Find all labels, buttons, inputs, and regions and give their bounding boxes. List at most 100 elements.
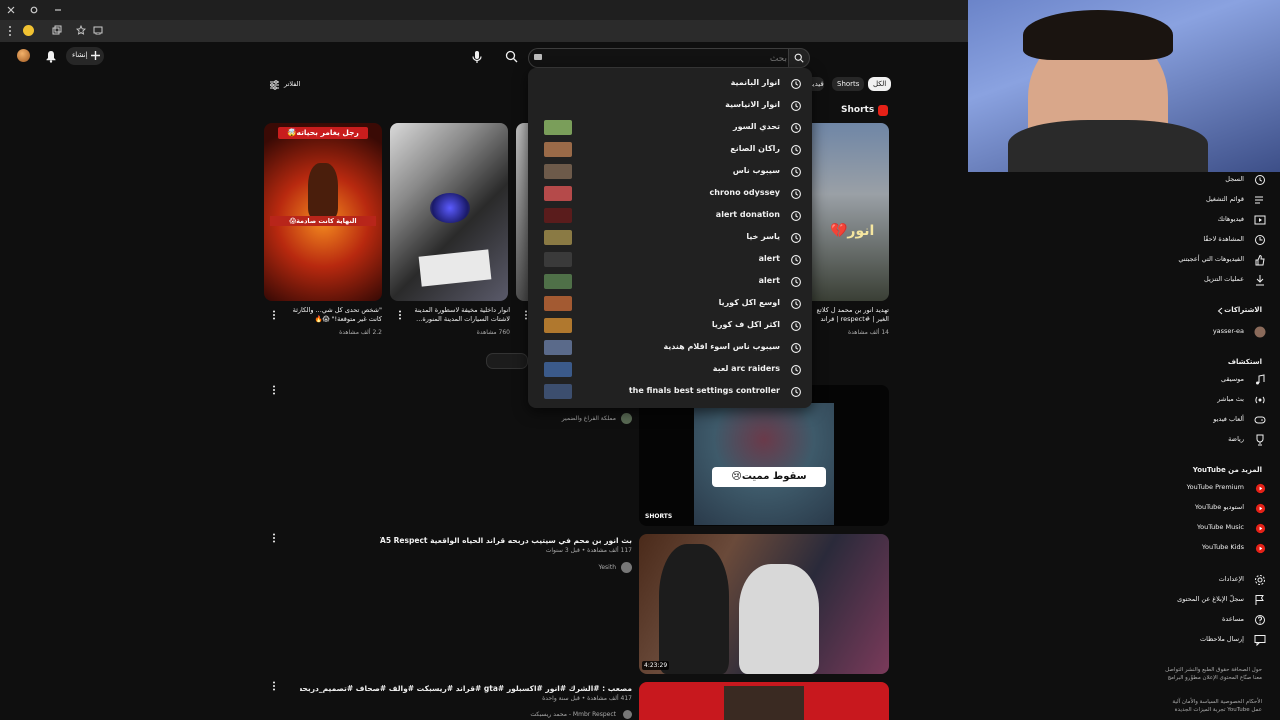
sidebar-item-label: قوائم التشغيل: [1205, 195, 1244, 203]
search-suggestion[interactable]: alert: [528, 271, 812, 293]
search-box[interactable]: [528, 48, 797, 68]
sidebar-item[interactable]: إرسال ملاحظات: [1160, 632, 1266, 650]
star-icon[interactable]: [76, 25, 86, 35]
search-icon-left[interactable]: [505, 50, 518, 63]
suggestion-thumbnail[interactable]: [544, 208, 572, 223]
video-3-channel-row[interactable]: Mmbr Respect - محمد ريسبكت: [520, 710, 632, 720]
search-button[interactable]: [788, 48, 810, 68]
video-3-thumbnail[interactable]: [639, 682, 889, 720]
search-suggestion[interactable]: ياسر خيا: [528, 227, 812, 249]
search-suggestion[interactable]: سيبوب ناس: [528, 161, 812, 183]
sidebar-item[interactable]: السجل: [1160, 172, 1266, 190]
subscriptions-heading[interactable]: الاشتراكات: [1224, 306, 1262, 314]
search-suggestion[interactable]: راكان الصانع: [528, 139, 812, 161]
sidebar-item[interactable]: قوائم التشغيل: [1160, 192, 1266, 210]
short-4-title[interactable]: تهديد انور بن محمد ل كلاتع الغير | #resp…: [812, 306, 889, 324]
create-button[interactable]: إنشاء: [66, 47, 104, 65]
short-1-title[interactable]: "شخص تحدى كل شي... والكارثة كانت غير متو…: [282, 306, 382, 324]
sidebar-item[interactable]: رياضة: [1160, 432, 1266, 450]
sidebar-item[interactable]: سجلّ الإبلاغ عن المحتوى: [1160, 592, 1266, 610]
sidebar-item[interactable]: المشاهدة لاحقًا: [1160, 232, 1266, 250]
search-suggestion[interactable]: تحدي السور: [528, 117, 812, 139]
search-suggestion[interactable]: alert donation: [528, 205, 812, 227]
settings-icon[interactable]: [26, 2, 42, 18]
short-card-4[interactable]: انور💔: [812, 123, 889, 301]
filters-button[interactable]: الفلاتر: [268, 78, 308, 92]
sidebar-item[interactable]: فيديوهاتك: [1160, 212, 1266, 230]
suggestion-thumbnail[interactable]: [544, 142, 572, 157]
short-card-3-partial[interactable]: [516, 123, 528, 301]
sidebar-footer-policy[interactable]: الأحكام الخصوصية السياسة والأمان آلية عم…: [1162, 698, 1262, 714]
search-suggestion[interactable]: اكثر اكل ف كوريا: [528, 315, 812, 337]
short-card-1[interactable]: رجل يغامر بحياته🤯 النهاية كانت صادمة😱: [264, 123, 382, 301]
suggestion-thumbnail[interactable]: [544, 252, 572, 267]
search-suggestion[interactable]: انوار البانمية: [528, 73, 812, 95]
suggestion-thumbnail[interactable]: [544, 318, 572, 333]
short-card-2[interactable]: [390, 123, 508, 301]
menu-dots-icon[interactable]: [8, 24, 12, 38]
video-1-menu-icon[interactable]: [272, 385, 276, 395]
sidebar-item[interactable]: الفيديوهات التي أعجبتني: [1160, 252, 1266, 270]
search-suggestion[interactable]: chrono odyssey: [528, 183, 812, 205]
video-1-channel-row[interactable]: مملكة الفراغ والضمير: [540, 413, 632, 425]
search-suggestion[interactable]: arc raiders لعبة: [528, 359, 812, 381]
video-3-title[interactable]: مصعب : #الشرك #انور #اكسبلور #gta #قراند…: [300, 684, 632, 693]
sidebar-item[interactable]: عمليات التنزيل: [1160, 272, 1266, 290]
minimize-icon[interactable]: [50, 2, 66, 18]
install-icon[interactable]: [93, 25, 103, 35]
sidebar-item[interactable]: YouTube Kids: [1160, 540, 1266, 558]
suggestion-thumbnail[interactable]: [544, 164, 572, 179]
sidebar-item[interactable]: ألعاب فيديو: [1160, 412, 1266, 430]
sidebar-item[interactable]: استوديو YouTube: [1160, 500, 1266, 518]
bell-icon[interactable]: [45, 50, 57, 63]
extension-icon[interactable]: [23, 25, 34, 36]
search-suggestion[interactable]: انوار الانياسية: [528, 95, 812, 117]
explore-heading[interactable]: استكشاف: [1228, 358, 1262, 366]
search-suggestion[interactable]: سيبوب ناس اسوء افلام هندية: [528, 337, 812, 359]
video-2-menu-icon[interactable]: [272, 533, 276, 543]
video-3-menu-icon[interactable]: [272, 681, 276, 691]
sidebar-item[interactable]: موسيقى: [1160, 372, 1266, 390]
search-input[interactable]: [535, 50, 789, 68]
short-1-menu-icon[interactable]: [272, 310, 278, 320]
video-2-thumbnail[interactable]: 4:23:29: [639, 534, 889, 674]
short-2-title[interactable]: انوار داخلية مخيفة لاسطورة المدينة لاشتا…: [408, 306, 510, 324]
video-2-channel-avatar[interactable]: [621, 562, 632, 573]
sidebar-item[interactable]: الإعدادات: [1160, 572, 1266, 590]
sidebar-item[interactable]: yasser-ea: [1160, 324, 1266, 342]
suggestion-thumbnail[interactable]: [544, 384, 572, 399]
chip-all[interactable]: الكل: [868, 77, 892, 91]
video-3-channel-avatar[interactable]: [623, 710, 632, 719]
video-2-title[interactable]: بث انور بن محم في سيتيب دربحه قراند الحي…: [380, 536, 632, 545]
more-from-youtube-heading[interactable]: المزيد من YouTube: [1193, 466, 1262, 474]
video-3-channel[interactable]: Mmbr Respect - محمد ريسبكت: [530, 711, 616, 718]
chip-shorts[interactable]: Shorts: [832, 77, 865, 91]
sidebar-item-label: رياضة: [1228, 435, 1244, 443]
search-suggestion[interactable]: alert: [528, 249, 812, 271]
sidebar-item[interactable]: YouTube Premium: [1160, 480, 1266, 498]
search-suggestion[interactable]: اوسع اكل كوريا: [528, 293, 812, 315]
suggestion-thumbnail[interactable]: [544, 120, 572, 135]
suggestion-thumbnail[interactable]: [544, 186, 572, 201]
sidebar-item[interactable]: YouTube Music: [1160, 520, 1266, 538]
shorts-show-more-button[interactable]: [486, 353, 528, 369]
microphone-icon[interactable]: [471, 50, 483, 64]
video-2-channel[interactable]: Yesith: [598, 564, 616, 571]
suggestion-thumbnail[interactable]: [544, 340, 572, 355]
video-2-channel-row[interactable]: Yesith: [560, 562, 632, 574]
account-avatar[interactable]: [17, 49, 30, 62]
chevron-left-icon[interactable]: [1216, 307, 1224, 315]
video-1-channel-avatar[interactable]: [621, 413, 632, 424]
sidebar-item[interactable]: مساعدة: [1160, 612, 1266, 630]
suggestion-thumbnail[interactable]: [544, 274, 572, 289]
short-2-menu-icon[interactable]: [398, 310, 404, 320]
suggestion-thumbnail[interactable]: [544, 230, 572, 245]
close-icon[interactable]: [3, 2, 19, 18]
suggestion-thumbnail[interactable]: [544, 296, 572, 311]
sidebar-item[interactable]: بث مباشر: [1160, 392, 1266, 410]
puzzle-icon[interactable]: [52, 25, 62, 35]
suggestion-thumbnail[interactable]: [544, 362, 572, 377]
sidebar-footer-links[interactable]: حول الصحافة حقوق الطبع والنشر التواصل مع…: [1162, 666, 1262, 682]
search-suggestion[interactable]: the finals best settings controller: [528, 381, 812, 403]
video-1-channel[interactable]: مملكة الفراغ والضمير: [562, 415, 616, 422]
